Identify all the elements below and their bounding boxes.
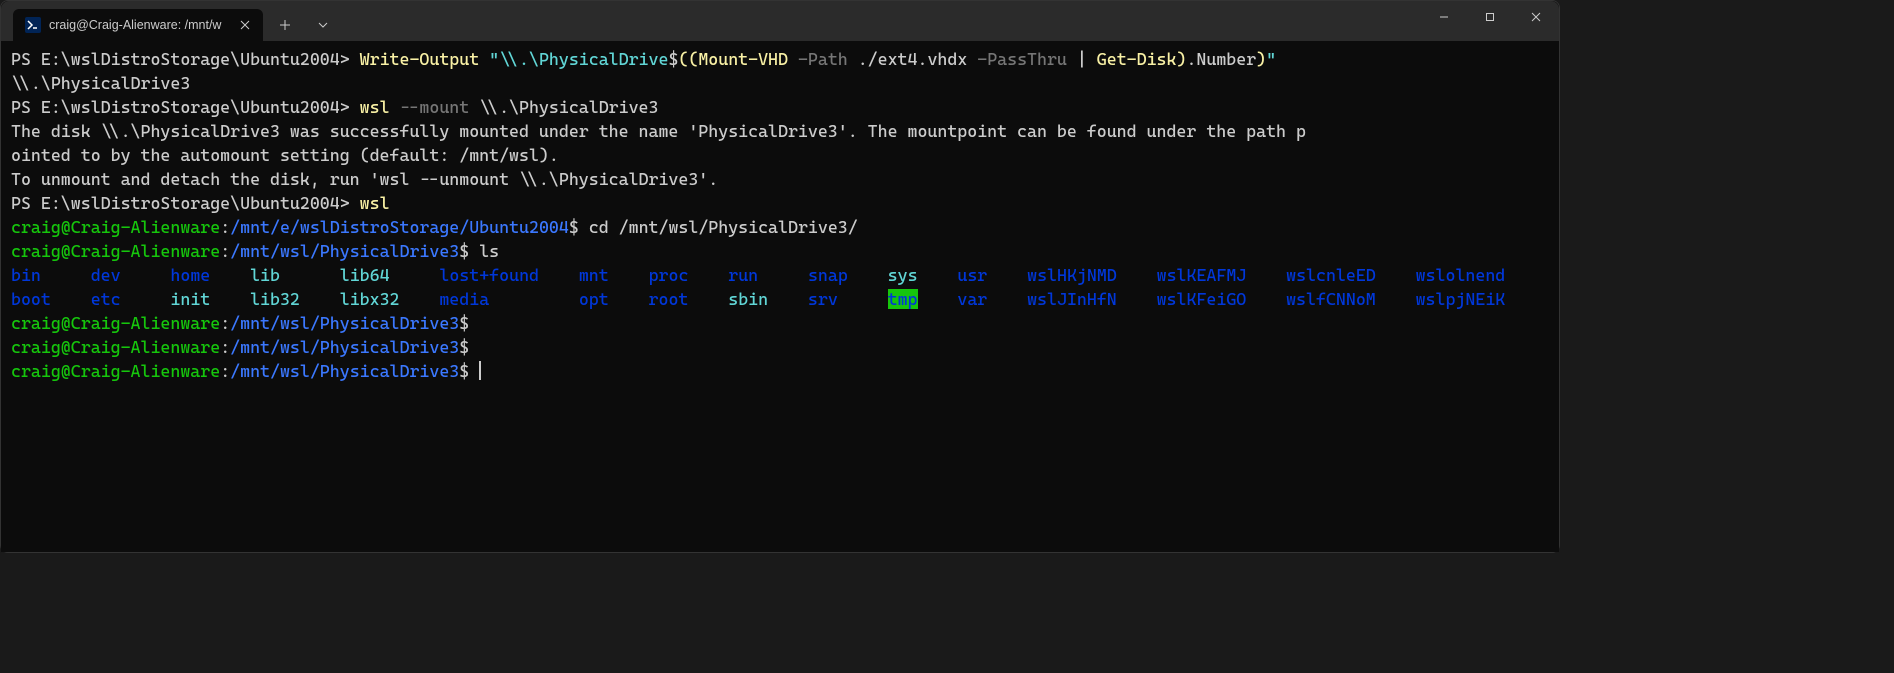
ls-entry: bin bbox=[11, 265, 41, 285]
ls-entry: media bbox=[439, 289, 489, 309]
ls-entry: wslcnleED bbox=[1286, 265, 1376, 285]
titlebar: craig@Craig-Alienware: /mnt/w bbox=[1, 1, 1559, 41]
bash-path: /mnt/wsl/PhysicalDrive3 bbox=[230, 337, 459, 357]
ls-entry: wslHKjNMD bbox=[1027, 265, 1117, 285]
window-controls bbox=[1421, 1, 1559, 33]
ls-row: bin dev home lib lib64 lost+found mnt pr… bbox=[11, 265, 1505, 285]
cursor bbox=[479, 361, 481, 380]
cmd-write-output: Write-Output bbox=[360, 49, 480, 69]
cmd-cd: cd /mnt/wsl/PhysicalDrive3/ bbox=[579, 217, 858, 237]
dollar: $ bbox=[459, 241, 469, 261]
ls-row: boot etc init lib32 libx32 media opt roo… bbox=[11, 289, 1505, 309]
ls-entry: wslolnend bbox=[1416, 265, 1506, 285]
bash-path: /mnt/wsl/PhysicalDrive3 bbox=[230, 361, 459, 381]
flag-mount: --mount bbox=[390, 97, 470, 117]
pipe: | bbox=[1067, 49, 1097, 69]
ls-entry: lost+found bbox=[439, 265, 539, 285]
ls-entry: proc bbox=[649, 265, 689, 285]
colon: : bbox=[220, 361, 230, 381]
string-close: " bbox=[1266, 49, 1276, 69]
bash-user: craig@Craig-Alienware bbox=[11, 361, 220, 381]
cmd-get-disk: Get-Disk bbox=[1097, 49, 1177, 69]
cmd-mount-vhd: Mount-VHD bbox=[698, 49, 788, 69]
close-button[interactable] bbox=[1513, 1, 1559, 33]
terminal-output[interactable]: PS E:\wslDistroStorage\Ubuntu2004> Write… bbox=[1, 41, 1559, 552]
new-tab-button[interactable] bbox=[269, 9, 301, 41]
tab-close-button[interactable] bbox=[237, 17, 253, 33]
ls-entry: mnt bbox=[579, 265, 609, 285]
tab-strip: craig@Craig-Alienware: /mnt/w bbox=[1, 1, 339, 41]
ls-entry: wslJInHfN bbox=[1027, 289, 1117, 309]
ls-entry: boot bbox=[11, 289, 51, 309]
bash-path: /mnt/e/wslDistroStorage/Ubuntu2004 bbox=[230, 217, 569, 237]
flag-passthru: -PassThru bbox=[967, 49, 1067, 69]
paren-close1: ) bbox=[1176, 49, 1186, 69]
ls-entry: sys bbox=[888, 265, 918, 285]
ls-entry: libx32 bbox=[340, 289, 400, 309]
arg-drive: \\.\PhysicalDrive3 bbox=[469, 97, 658, 117]
tab-dropdown-button[interactable] bbox=[307, 9, 339, 41]
ls-entry: root bbox=[649, 289, 689, 309]
cmd-wsl: wsl bbox=[360, 193, 390, 213]
dollar: $ bbox=[668, 49, 678, 69]
output-line: To unmount and detach the disk, run 'wsl… bbox=[11, 169, 718, 189]
ps-prompt: PS E:\wslDistroStorage\Ubuntu2004> bbox=[11, 193, 360, 213]
colon: : bbox=[220, 241, 230, 261]
dollar: $ bbox=[459, 361, 469, 381]
flag-path: -Path bbox=[788, 49, 848, 69]
paren-open: (( bbox=[678, 49, 698, 69]
ls-entry: sbin bbox=[728, 289, 768, 309]
ls-entry: opt bbox=[579, 289, 609, 309]
cmd-ls: ls bbox=[469, 241, 499, 261]
ls-entry: lib bbox=[250, 265, 280, 285]
ls-entry: srv bbox=[808, 289, 838, 309]
prop-number: .Number bbox=[1186, 49, 1256, 69]
arg-path: ./ext4.vhdx bbox=[848, 49, 968, 69]
colon: : bbox=[220, 337, 230, 357]
colon: : bbox=[220, 217, 230, 237]
bash-user: craig@Craig-Alienware bbox=[11, 337, 220, 357]
ls-entry: usr bbox=[957, 265, 987, 285]
ls-entry: tmp bbox=[888, 289, 918, 309]
colon: : bbox=[220, 313, 230, 333]
tab-active[interactable]: craig@Craig-Alienware: /mnt/w bbox=[13, 9, 263, 41]
paren-close2: ) bbox=[1256, 49, 1266, 69]
cmd-wsl: wsl bbox=[360, 97, 390, 117]
ls-entry: wslfCNNoM bbox=[1286, 289, 1376, 309]
ls-entry: lib64 bbox=[340, 265, 390, 285]
ls-entry: init bbox=[170, 289, 210, 309]
ls-entry: run bbox=[728, 265, 758, 285]
dollar: $ bbox=[569, 217, 579, 237]
terminal-window: craig@Craig-Alienware: /mnt/w bbox=[0, 0, 1560, 553]
maximize-button[interactable] bbox=[1467, 1, 1513, 33]
powershell-icon bbox=[25, 17, 41, 33]
ls-entry: snap bbox=[808, 265, 848, 285]
ls-entry: var bbox=[957, 289, 987, 309]
bash-path: /mnt/wsl/PhysicalDrive3 bbox=[230, 313, 459, 333]
ls-entry: dev bbox=[91, 265, 121, 285]
ps-prompt: PS E:\wslDistroStorage\Ubuntu2004> bbox=[11, 97, 360, 117]
bash-user: craig@Craig-Alienware bbox=[11, 313, 220, 333]
ls-entry: home bbox=[170, 265, 210, 285]
ls-entry: wslKEAFMJ bbox=[1157, 265, 1247, 285]
minimize-button[interactable] bbox=[1421, 1, 1467, 33]
ls-entry: etc bbox=[91, 289, 121, 309]
bash-user: craig@Craig-Alienware bbox=[11, 217, 220, 237]
ls-entry: wslpjNEiK bbox=[1416, 289, 1506, 309]
output-physical-drive: \\.\PhysicalDrive3 bbox=[11, 73, 190, 93]
output-line: The disk \\.\PhysicalDrive3 was successf… bbox=[11, 121, 1306, 141]
dollar: $ bbox=[459, 313, 469, 333]
ps-prompt: PS E:\wslDistroStorage\Ubuntu2004> bbox=[11, 49, 360, 69]
ls-entry: wslKFeiGO bbox=[1157, 289, 1247, 309]
output-line: ointed to by the automount setting (defa… bbox=[11, 145, 559, 165]
string-open: "\\.\PhysicalDrive bbox=[479, 49, 668, 69]
bash-user: craig@Craig-Alienware bbox=[11, 241, 220, 261]
dollar: $ bbox=[459, 337, 469, 357]
bash-path: /mnt/wsl/PhysicalDrive3 bbox=[230, 241, 459, 261]
ls-entry: lib32 bbox=[250, 289, 300, 309]
tab-title: craig@Craig-Alienware: /mnt/w bbox=[49, 18, 229, 32]
